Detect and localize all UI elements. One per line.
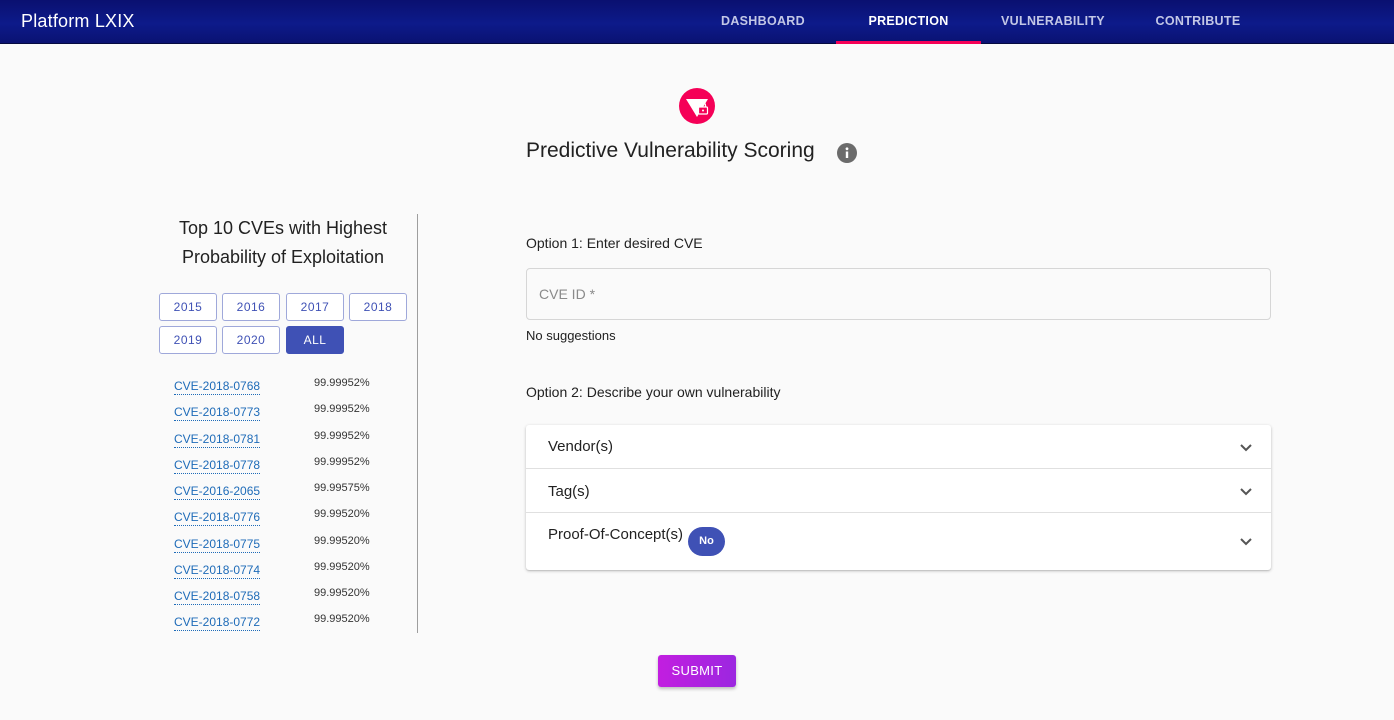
cve-probability: 99.99520%: [314, 508, 370, 520]
accordion-vendors-label: Vendor(s): [548, 438, 614, 455]
no-suggestions-text: No suggestions: [526, 328, 616, 343]
cve-link[interactable]: CVE-2018-0776: [174, 510, 261, 526]
cve-probability: 99.99520%: [314, 561, 370, 573]
submit-button[interactable]: SUBMIT: [658, 655, 736, 687]
nav-prediction[interactable]: PREDICTION: [836, 0, 981, 44]
accordion-vendors[interactable]: Vendor(s): [526, 425, 1271, 468]
info-icon[interactable]: [837, 143, 857, 163]
app-bar: Platform LXIX DASHBOARD PREDICTION VULNE…: [0, 0, 1394, 44]
year-button-2017[interactable]: 2017: [286, 293, 344, 321]
year-button-all[interactable]: ALL: [286, 326, 344, 354]
nav-contribute[interactable]: CONTRIBUTE: [1135, 0, 1261, 44]
top-cves-title-line1: Top 10 CVEs with Highest: [178, 218, 388, 238]
poc-toggle-chip[interactable]: No: [688, 527, 725, 556]
cve-link[interactable]: CVE-2018-0773: [174, 405, 261, 421]
cve-link[interactable]: CVE-2018-0774: [174, 563, 261, 579]
describe-vulnerability-accordion: Vendor(s) Tag(s) Proof-Of-Concept(s) No: [526, 425, 1271, 570]
chevron-down-icon[interactable]: [1238, 533, 1254, 549]
brand-title[interactable]: Platform LXIX: [21, 11, 135, 32]
cve-link[interactable]: CVE-2016-2065: [174, 484, 261, 500]
cve-id-input[interactable]: CVE ID *: [526, 268, 1271, 320]
accordion-tags-label: Tag(s): [548, 483, 590, 500]
option2-label: Option 2: Describe your own vulnerabilit…: [526, 384, 781, 400]
cve-probability: 99.99520%: [314, 613, 370, 625]
cve-probability: 99.99575%: [314, 482, 370, 494]
cve-link[interactable]: CVE-2018-0772: [174, 615, 261, 631]
cve-link[interactable]: CVE-2018-0758: [174, 589, 261, 605]
cve-probability: 99.99952%: [314, 403, 370, 415]
cve-probability: 99.99952%: [314, 456, 370, 468]
cve-probability: 99.99952%: [314, 377, 370, 389]
nav-vulnerability[interactable]: VULNERABILITY: [985, 0, 1121, 44]
option1-label: Option 1: Enter desired CVE: [526, 235, 703, 251]
top-cves-title: Top 10 CVEs with Highest Probability of …: [160, 214, 406, 272]
year-button-2018[interactable]: 2018: [349, 293, 407, 321]
cve-link[interactable]: CVE-2018-0778: [174, 458, 261, 474]
chevron-down-icon[interactable]: [1238, 483, 1254, 499]
cve-link[interactable]: CVE-2018-0781: [174, 432, 261, 448]
year-button-2015[interactable]: 2015: [159, 293, 217, 321]
active-tab-indicator: [836, 41, 981, 44]
chevron-down-icon[interactable]: [1238, 439, 1254, 455]
cve-probability: 99.99520%: [314, 587, 370, 599]
shield-lock-icon: [679, 88, 715, 124]
cve-probability: 99.99520%: [314, 535, 370, 547]
cve-link[interactable]: CVE-2018-0775: [174, 537, 261, 553]
top-cves-title-line2: Probability of Exploitation: [181, 247, 385, 267]
year-button-2019[interactable]: 2019: [159, 326, 217, 354]
accordion-tags[interactable]: Tag(s): [526, 468, 1271, 512]
panel-divider: [417, 214, 418, 633]
accordion-poc-label: Proof-Of-Concept(s): [548, 526, 684, 543]
year-button-2020[interactable]: 2020: [222, 326, 280, 354]
cve-id-input-label: CVE ID *: [539, 286, 596, 302]
cve-link[interactable]: CVE-2018-0768: [174, 379, 261, 395]
accordion-proof-of-concept[interactable]: Proof-Of-Concept(s) No: [526, 512, 1271, 570]
page-title: Predictive Vulnerability Scoring: [526, 139, 815, 162]
nav-dashboard[interactable]: DASHBOARD: [705, 0, 821, 44]
year-button-2016[interactable]: 2016: [222, 293, 280, 321]
cve-probability: 99.99952%: [314, 430, 370, 442]
